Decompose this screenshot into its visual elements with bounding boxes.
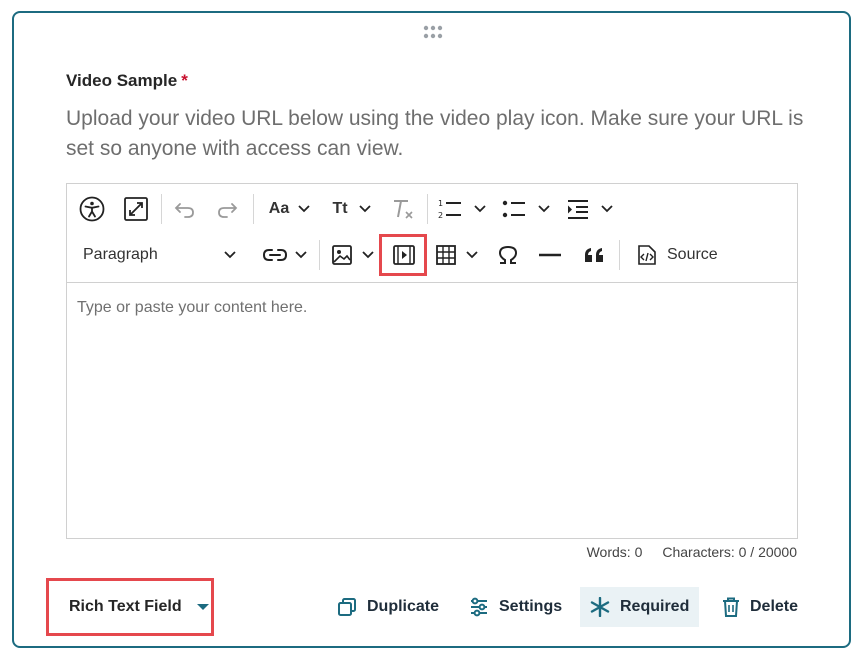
duplicate-button[interactable]: Duplicate (337, 587, 439, 627)
chevron-down-icon (466, 251, 478, 259)
redo-button[interactable] (211, 186, 243, 232)
numbered-list-icon: 1 2 (438, 199, 461, 220)
chevron-down-icon (362, 251, 374, 259)
drag-handle-icon[interactable] (422, 25, 444, 39)
settings-sliders-icon (471, 597, 487, 617)
link-icon (262, 249, 288, 261)
toolbar-row-2: Paragraph Source (67, 232, 797, 278)
settings-label: Settings (499, 598, 563, 615)
image-icon (332, 245, 352, 265)
toolbar-separator (253, 194, 254, 224)
required-label: Required (620, 598, 690, 615)
chevron-down-icon (224, 251, 236, 259)
field-instructions: Upload your video URL below using the vi… (66, 107, 804, 160)
toolbar-separator (161, 194, 162, 224)
font-size-label: Aa (268, 200, 290, 217)
character-count: Characters: 0 / 20000 (662, 544, 797, 560)
indent-icon (568, 200, 588, 219)
horizontal-line-icon (539, 253, 561, 257)
chevron-down-icon (474, 205, 486, 213)
required-asterisk: * (181, 71, 188, 90)
svg-text:2: 2 (438, 211, 443, 220)
undo-button[interactable] (169, 186, 201, 232)
delete-label: Delete (750, 598, 799, 615)
caret-down-icon (196, 604, 209, 610)
insert-table-button[interactable] (431, 232, 483, 278)
undo-icon (174, 203, 194, 218)
paragraph-format-dropdown[interactable]: Paragraph (75, 232, 243, 278)
required-toggle-button[interactable]: Required (580, 587, 700, 627)
source-label: Source (667, 246, 718, 263)
omega-icon (498, 245, 518, 264)
toolbar-separator (427, 194, 428, 224)
field-type-label: Rich Text Field (69, 598, 182, 615)
question-card: Video Sample * Upload your video URL belo… (12, 11, 851, 648)
quote-icon (585, 248, 603, 262)
word-count: Words: 0 (586, 544, 643, 560)
video-button-highlight (379, 234, 427, 276)
fullscreen-icon (124, 197, 148, 221)
text-transform-label: Tt (332, 200, 348, 217)
special-characters-button[interactable] (491, 232, 525, 278)
numbered-list-button[interactable]: 1 2 (435, 186, 489, 232)
svg-text:1: 1 (438, 199, 443, 208)
asterisk-icon (590, 597, 610, 617)
accessibility-icon (79, 196, 105, 222)
editor-content-area[interactable]: Type or paste your content here. (67, 283, 797, 538)
field-title-text: Video Sample (66, 71, 178, 90)
paragraph-format-label: Paragraph (83, 246, 158, 263)
chevron-down-icon (298, 205, 310, 213)
toolbar-separator (319, 240, 320, 270)
redo-icon (218, 203, 238, 218)
chevron-down-icon (601, 205, 613, 213)
fullscreen-button[interactable] (119, 186, 153, 232)
text-transform-dropdown[interactable]: Tt (327, 186, 377, 232)
toolbar-separator (619, 240, 620, 270)
chevron-down-icon (538, 205, 550, 213)
field-title: Video Sample * (66, 71, 188, 91)
editor-toolbar: Aa Tt 1 2 Paragraph Source (67, 184, 797, 283)
field-type-dropdown[interactable]: Rich Text Field (46, 578, 214, 636)
source-button[interactable]: Source (627, 232, 727, 278)
trash-icon (723, 597, 739, 617)
toolbar-row-1: Aa Tt 1 2 (67, 186, 797, 232)
accessibility-button[interactable] (75, 186, 109, 232)
chevron-down-icon (295, 251, 307, 259)
indent-button[interactable] (563, 186, 617, 232)
table-icon (436, 245, 456, 265)
chevron-down-icon (358, 205, 371, 213)
link-button[interactable] (257, 232, 313, 278)
remove-format-button[interactable] (387, 186, 419, 232)
editor-counts: Words: 0 Characters: 0 / 20000 (567, 544, 797, 560)
source-code-icon (638, 245, 656, 265)
editor-placeholder: Type or paste your content here. (77, 299, 308, 316)
bulleted-list-icon (502, 200, 525, 218)
delete-button[interactable]: Delete (722, 587, 798, 627)
duplicate-label: Duplicate (367, 598, 440, 615)
font-size-dropdown[interactable]: Aa (263, 186, 317, 232)
rich-text-editor: Aa Tt 1 2 Paragraph Source Type or paste… (66, 183, 798, 539)
settings-button[interactable]: Settings (469, 587, 562, 627)
duplicate-icon (338, 598, 356, 616)
insert-image-button[interactable] (327, 232, 379, 278)
block-quote-button[interactable] (577, 232, 611, 278)
remove-format-icon (394, 200, 413, 219)
bulleted-list-button[interactable] (499, 186, 553, 232)
horizontal-line-button[interactable] (533, 232, 567, 278)
